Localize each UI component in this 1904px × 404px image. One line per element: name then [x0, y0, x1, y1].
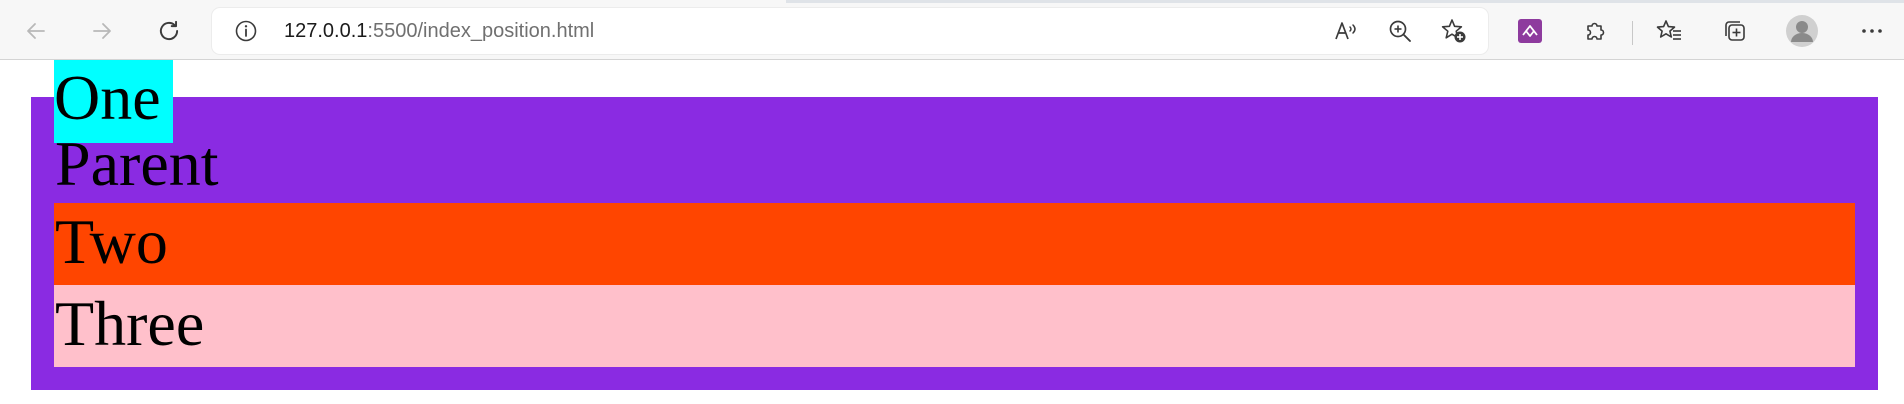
site-info-icon	[235, 20, 257, 42]
more-options-icon	[1862, 29, 1882, 33]
read-aloud-button[interactable]	[1326, 11, 1366, 51]
collections-icon	[1725, 21, 1745, 41]
read-aloud-icon	[1335, 22, 1356, 40]
add-favorite-icon	[1441, 19, 1466, 43]
add-favorite-button[interactable]	[1434, 11, 1474, 51]
extensions-button[interactable]	[1576, 11, 1616, 51]
toolbar-divider	[1632, 21, 1633, 45]
child-three-box: Three	[54, 285, 1855, 367]
child-one-box: One	[54, 60, 173, 143]
child-two-box: Two	[54, 203, 1855, 285]
parent-box: Parent Two Three	[31, 97, 1878, 390]
back-button[interactable]	[16, 11, 56, 51]
extension-icon	[1518, 19, 1542, 43]
profile-avatar-icon	[1786, 15, 1818, 47]
child-two-label: Two	[55, 206, 168, 277]
child-one-label: One	[54, 62, 161, 133]
browser-toolbar: 127.0.0.1:5500/index_position.html	[0, 3, 1904, 60]
address-bar[interactable]: 127.0.0.1:5500/index_position.html	[212, 8, 1488, 54]
back-icon	[27, 23, 45, 39]
zoom-button[interactable]	[1380, 11, 1420, 51]
collections-button[interactable]	[1715, 11, 1755, 51]
extension-button[interactable]	[1510, 11, 1550, 51]
favorites-button[interactable]	[1649, 11, 1689, 51]
url-path: :5500/index_position.html	[367, 20, 595, 42]
url-text[interactable]: 127.0.0.1:5500/index_position.html	[284, 20, 594, 42]
refresh-button[interactable]	[149, 11, 189, 51]
extensions-puzzle-icon	[1587, 22, 1605, 40]
profile-button[interactable]	[1782, 11, 1822, 51]
page-viewport: Parent Two Three One	[0, 60, 1904, 404]
forward-icon	[93, 23, 111, 39]
forward-button[interactable]	[82, 11, 122, 51]
favorites-icon	[1656, 20, 1681, 40]
zoom-icon	[1389, 20, 1411, 42]
url-host: 127.0.0.1	[284, 20, 368, 42]
refresh-icon	[159, 20, 179, 41]
child-three-label: Three	[55, 288, 205, 359]
more-options-button[interactable]	[1852, 11, 1892, 51]
site-info-button[interactable]	[232, 17, 260, 45]
